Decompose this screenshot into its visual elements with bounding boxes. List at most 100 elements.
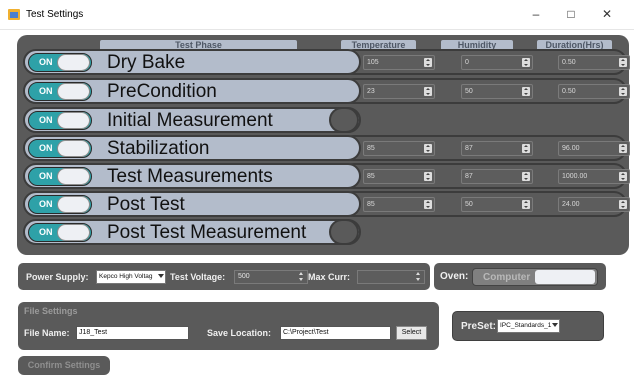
- phase-label: Test Measurements: [107, 166, 273, 187]
- phase-label: Post Test Measurement: [107, 222, 307, 243]
- spinner-arrows-icon[interactable]: [619, 144, 627, 153]
- power-supply-select[interactable]: Kepco High Voltag: [96, 270, 166, 284]
- max-curr-label: Max Curr:: [308, 272, 351, 282]
- phase-row-test-measurements: 85 87 1000.00 ON Test Measurements: [23, 163, 630, 189]
- spinner-arrows-icon[interactable]: [298, 272, 305, 282]
- spinner-arrows-icon[interactable]: [522, 172, 530, 181]
- phase-row-post-test: 85 50 24.00 ON Post Test: [23, 191, 630, 217]
- phase-toggle[interactable]: ON: [28, 195, 92, 214]
- duration-input[interactable]: 0.50: [558, 84, 630, 99]
- title-bar: Test Settings – □ ✕: [0, 0, 634, 30]
- phase-track: ON Post Test: [23, 191, 361, 217]
- toggle-knob[interactable]: [57, 224, 90, 241]
- values-track: 85 50 24.00: [341, 191, 630, 217]
- spinner-arrows-icon[interactable]: [619, 172, 627, 181]
- file-settings-box: File Settings File Name: J18_Test Save L…: [18, 302, 439, 350]
- file-name-input[interactable]: J18_Test: [76, 326, 189, 340]
- duration-input[interactable]: 0.50: [558, 55, 630, 70]
- app-icon: [8, 9, 20, 20]
- values-track: 23 50 0.50: [341, 78, 630, 104]
- values-track: 85 87 1000.00: [341, 163, 630, 189]
- phase-row-initial-measurement: ON Initial Measurement: [23, 107, 627, 133]
- spinner-arrows-icon[interactable]: [522, 87, 530, 96]
- chevron-down-icon: [158, 274, 164, 278]
- values-track: 85 87 96.00: [341, 135, 630, 161]
- duration-input[interactable]: 24.00: [558, 197, 630, 212]
- phase-toggle[interactable]: ON: [28, 167, 92, 186]
- phase-toggle[interactable]: ON: [28, 53, 92, 72]
- toggle-knob[interactable]: [57, 112, 90, 129]
- spinner-arrows-icon[interactable]: [619, 87, 627, 96]
- close-button[interactable]: ✕: [597, 6, 617, 22]
- phase-toggle[interactable]: ON: [28, 223, 92, 242]
- humidity-input[interactable]: 0: [461, 55, 533, 70]
- temperature-input[interactable]: 85: [363, 197, 435, 212]
- row-end-cap: [329, 219, 359, 245]
- oven-settings-box: Oven: Computer: [434, 263, 606, 290]
- phase-toggle[interactable]: ON: [28, 111, 92, 130]
- phase-row-post-test-measurement: ON Post Test Measurement: [23, 219, 627, 245]
- temperature-input[interactable]: 85: [363, 169, 435, 184]
- phase-toggle[interactable]: ON: [28, 139, 92, 158]
- spinner-arrows-icon[interactable]: [415, 272, 422, 282]
- values-track: 105 0 0.50: [341, 49, 630, 75]
- window-title: Test Settings: [26, 9, 84, 20]
- phase-track: ON PreCondition: [23, 78, 361, 104]
- preset-select[interactable]: IPC_Standards_1: [497, 319, 560, 333]
- phase-track: ON Dry Bake: [23, 49, 361, 75]
- duration-input[interactable]: 96.00: [558, 141, 630, 156]
- toggle-knob[interactable]: [57, 168, 90, 185]
- spinner-arrows-icon[interactable]: [424, 87, 432, 96]
- toggle-knob[interactable]: [535, 270, 595, 284]
- spinner-arrows-icon[interactable]: [619, 200, 627, 209]
- phase-toggle[interactable]: ON: [28, 82, 92, 101]
- toggle-knob[interactable]: [57, 140, 90, 157]
- select-button[interactable]: Select: [396, 326, 427, 340]
- file-name-label: File Name:: [24, 328, 70, 338]
- humidity-input[interactable]: 87: [461, 141, 533, 156]
- confirm-settings-button[interactable]: Confirm Settings: [18, 356, 110, 375]
- spinner-arrows-icon[interactable]: [424, 144, 432, 153]
- temperature-input[interactable]: 23: [363, 84, 435, 99]
- maximize-button[interactable]: □: [561, 6, 581, 22]
- spinner-arrows-icon[interactable]: [424, 172, 432, 181]
- phase-label: Dry Bake: [107, 52, 186, 73]
- spinner-arrows-icon[interactable]: [424, 58, 432, 67]
- humidity-input[interactable]: 50: [461, 84, 533, 99]
- temperature-input[interactable]: 85: [363, 141, 435, 156]
- phase-row-dry-bake: 105 0 0.50 ON Dry Bake: [23, 49, 630, 75]
- phase-track: ON Initial Measurement: [23, 107, 361, 133]
- row-end-cap: [329, 107, 359, 133]
- phase-label: Post Test: [107, 194, 185, 215]
- humidity-input[interactable]: 50: [461, 197, 533, 212]
- humidity-input[interactable]: 87: [461, 169, 533, 184]
- toggle-knob[interactable]: [57, 196, 90, 213]
- spinner-arrows-icon[interactable]: [522, 200, 530, 209]
- temperature-input[interactable]: 105: [363, 55, 435, 70]
- phase-track: ON Post Test Measurement: [23, 219, 361, 245]
- toggle-knob[interactable]: [57, 54, 90, 71]
- toggle-knob[interactable]: [57, 83, 90, 100]
- phase-label: Stabilization: [107, 138, 210, 159]
- max-curr-input[interactable]: [357, 270, 425, 284]
- spinner-arrows-icon[interactable]: [522, 58, 530, 67]
- test-voltage-label: Test Voltage:: [170, 272, 226, 282]
- file-settings-title: File Settings: [24, 306, 78, 316]
- test-voltage-input[interactable]: 500: [234, 270, 308, 284]
- chevron-down-icon: [552, 323, 558, 327]
- preset-box: PreSet: IPC_Standards_1: [452, 311, 604, 341]
- spinner-arrows-icon[interactable]: [424, 200, 432, 209]
- save-location-label: Save Location:: [207, 328, 272, 338]
- preset-label: PreSet:: [461, 321, 497, 332]
- phase-row-precondition: 23 50 0.50 ON PreCondition: [23, 78, 630, 104]
- oven-toggle[interactable]: Computer: [472, 268, 598, 286]
- spinner-arrows-icon[interactable]: [619, 58, 627, 67]
- phase-label: PreCondition: [107, 81, 217, 102]
- phase-track: ON Stabilization: [23, 135, 361, 161]
- save-location-input[interactable]: C:\Project\Test: [280, 326, 391, 340]
- power-settings-box: Power Supply: Kepco High Voltag Test Vol…: [18, 263, 430, 290]
- spinner-arrows-icon[interactable]: [522, 144, 530, 153]
- duration-input[interactable]: 1000.00: [558, 169, 630, 184]
- minimize-button[interactable]: –: [526, 6, 546, 22]
- power-supply-label: Power Supply:: [26, 272, 89, 282]
